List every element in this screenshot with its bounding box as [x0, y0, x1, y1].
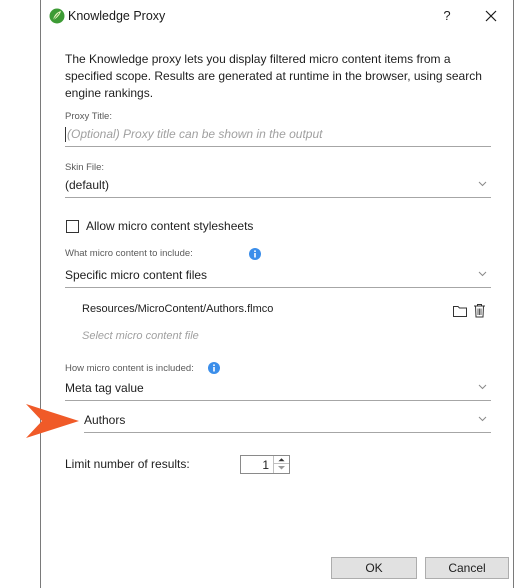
callout-arrow-icon: [26, 404, 79, 438]
skin-file-value: (default): [65, 178, 110, 192]
micro-content-include-label: What micro content to include:: [65, 248, 193, 259]
how-included-dropdown[interactable]: Meta tag value: [65, 377, 491, 401]
limit-results-value[interactable]: 1: [241, 458, 271, 472]
how-included-label: How micro content is included:: [65, 363, 194, 374]
flare-leaf-icon: [49, 8, 65, 24]
proxy-title-placeholder: (Optional) Proxy title can be shown in t…: [67, 127, 323, 141]
proxy-title-input[interactable]: (Optional) Proxy title can be shown in t…: [65, 123, 491, 147]
knowledge-proxy-dialog: Knowledge Proxy ? The Knowledge proxy le…: [40, 0, 514, 588]
micro-content-include-dropdown[interactable]: Specific micro content files: [65, 264, 491, 288]
stepper-buttons: [273, 456, 289, 473]
close-icon[interactable]: [481, 6, 501, 26]
trash-icon[interactable]: [473, 303, 486, 318]
help-button[interactable]: ?: [439, 6, 455, 26]
chevron-down-icon: [478, 271, 487, 277]
select-micro-content-file[interactable]: Select micro content file: [82, 330, 199, 342]
cancel-button[interactable]: Cancel: [425, 557, 509, 579]
meta-tag-value: Authors: [84, 413, 126, 427]
title-bar: Knowledge Proxy ?: [41, 0, 513, 34]
folder-icon[interactable]: [453, 305, 467, 317]
chevron-down-icon: [478, 416, 487, 422]
micro-content-file-item[interactable]: Resources/MicroContent/Authors.flmco: [82, 303, 273, 315]
limit-results-label: Limit number of results:: [65, 457, 190, 471]
skin-file-label: Skin File:: [65, 162, 105, 173]
chevron-down-icon: [478, 384, 487, 390]
meta-tag-dropdown[interactable]: Authors: [84, 409, 491, 433]
text-cursor: [65, 127, 66, 142]
chevron-down-icon: [478, 181, 487, 187]
proxy-title-label: Proxy Title:: [65, 111, 112, 122]
window-title: Knowledge Proxy: [68, 9, 166, 23]
info-icon[interactable]: [208, 362, 220, 374]
allow-stylesheets-checkbox[interactable]: [66, 220, 79, 233]
stepper-up-icon[interactable]: [274, 456, 289, 464]
allow-stylesheets-label: Allow micro content stylesheets: [86, 219, 254, 233]
limit-results-stepper[interactable]: 1: [240, 455, 290, 474]
description-text: The Knowledge proxy lets you display fil…: [65, 52, 482, 100]
skin-file-dropdown[interactable]: (default): [65, 174, 491, 198]
micro-content-include-value: Specific micro content files: [65, 268, 208, 282]
how-included-value: Meta tag value: [65, 381, 144, 395]
info-icon[interactable]: [249, 248, 261, 260]
ok-button[interactable]: OK: [331, 557, 417, 579]
stepper-down-icon[interactable]: [274, 464, 289, 472]
